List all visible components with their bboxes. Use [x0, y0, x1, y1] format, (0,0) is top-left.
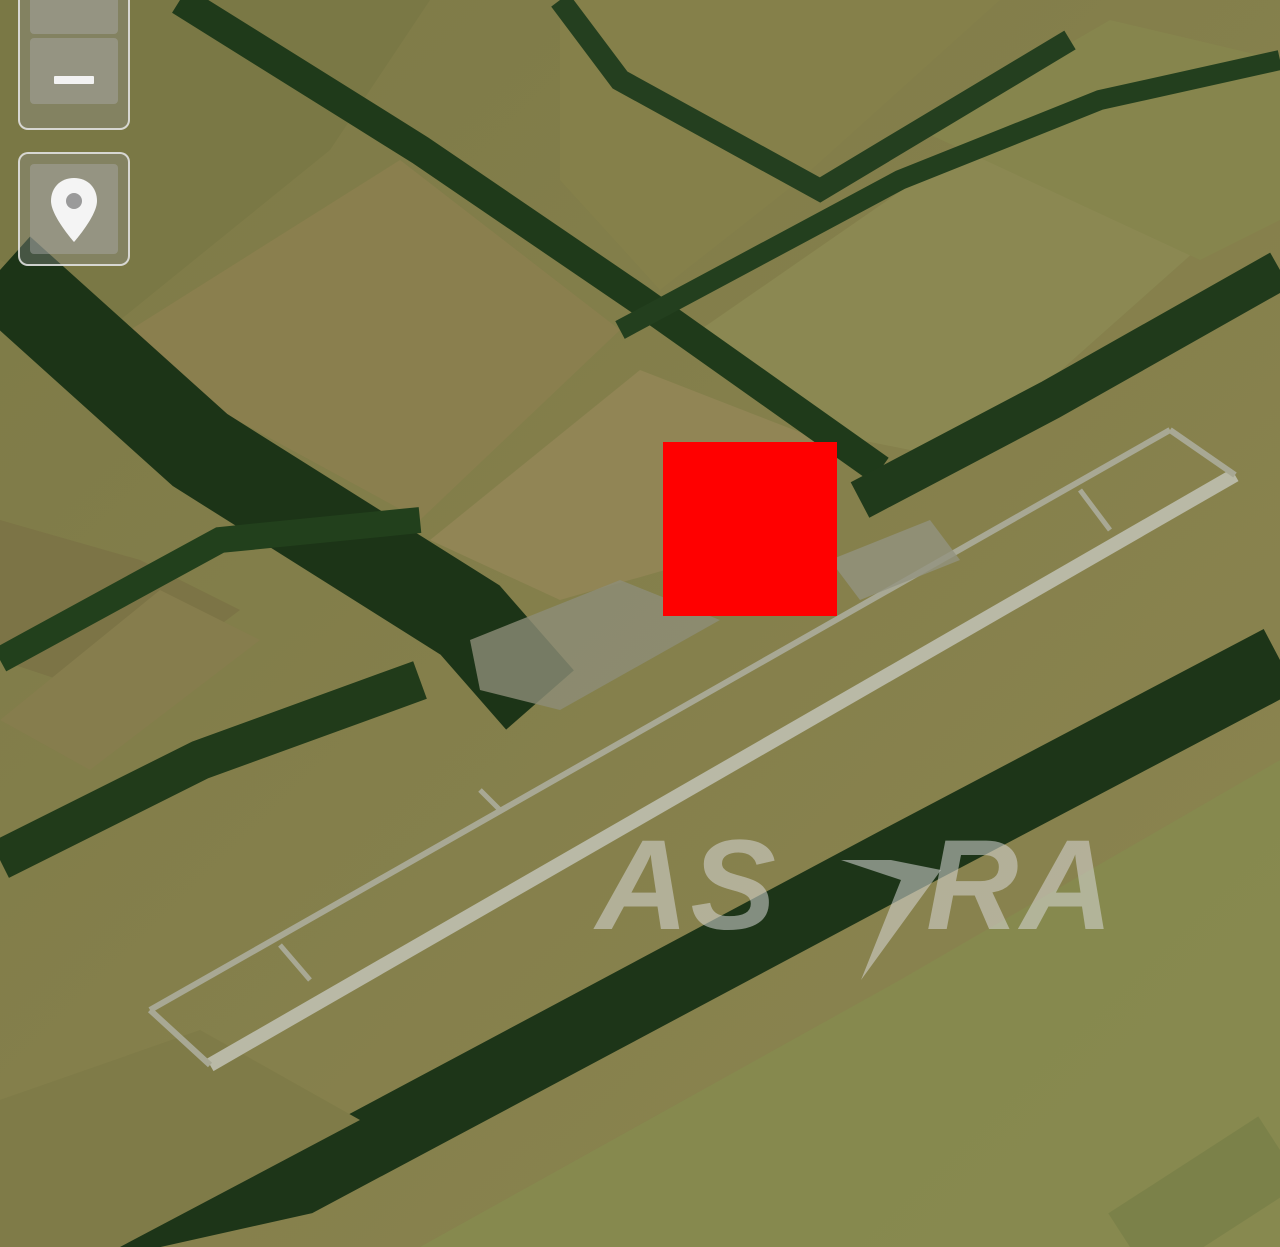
watermark-text-left: AS — [596, 814, 778, 957]
locate-button[interactable] — [18, 152, 130, 266]
watermark-text-right: RA — [926, 814, 1115, 957]
locate-button-face — [30, 164, 118, 254]
zoom-in-button[interactable] — [30, 0, 118, 34]
zoom-control — [18, 0, 130, 130]
location-marker — [663, 442, 837, 616]
map-pin-icon — [51, 178, 97, 242]
map-viewport[interactable]: AS RA — [0, 0, 1280, 1247]
zoom-out-button[interactable] — [30, 38, 118, 104]
minus-icon — [54, 76, 94, 84]
satellite-imagery — [0, 0, 1280, 1247]
watermark: AS RA — [596, 750, 1156, 980]
